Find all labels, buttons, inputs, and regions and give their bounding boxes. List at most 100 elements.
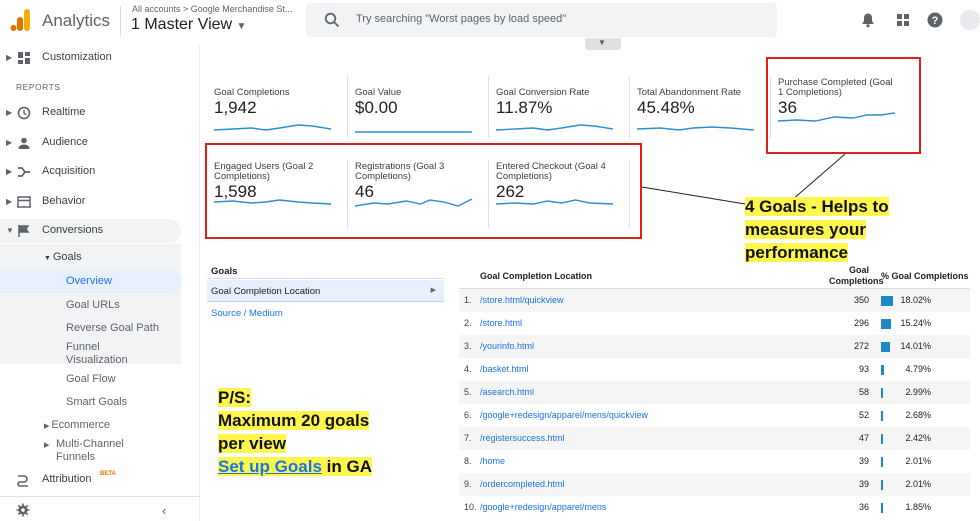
row-path-link[interactable]: /asearch.html — [480, 387, 534, 397]
row-path-link[interactable]: /store.html — [480, 318, 522, 328]
row-path-link[interactable]: /basket.html — [480, 364, 529, 374]
sidebar-item-goals[interactable]: ▼ Goals — [44, 251, 82, 263]
view-selector[interactable]: 1 Master View ▼ — [131, 16, 246, 34]
sidebar-item-multi-channel[interactable]: Multi-Channel Funnels — [56, 438, 146, 464]
col-completions[interactable]: Goal Completions — [829, 265, 884, 287]
pct-bar — [881, 434, 883, 444]
row-path-link[interactable]: /home — [480, 456, 505, 466]
table-row[interactable]: 5. /asearch.html 58 2.99% — [459, 381, 970, 404]
sidebar-item-label: Ecommerce — [51, 419, 111, 431]
table-row[interactable]: 4. /basket.html 93 4.79% — [459, 358, 970, 381]
search-bar[interactable]: Try searching "Worst pages by load speed… — [306, 3, 777, 37]
clock-icon — [17, 106, 31, 120]
table-row[interactable]: 9. /ordercompleted.html 39 2.01% — [459, 473, 970, 496]
source-medium-link[interactable]: Source / Medium — [211, 308, 283, 319]
row-pct: 2.01% — [905, 456, 931, 466]
row-path-link[interactable]: /store.html/quickview — [480, 295, 564, 305]
pct-bar — [881, 457, 883, 467]
metric-card-4[interactable]: Total Abandonment Rate 45.48% — [637, 88, 764, 150]
sidebar-item-funnel-visualization[interactable]: Funnel Visualization — [66, 341, 146, 367]
table-row[interactable]: 6. /google+redesign/apparel/mens/quickvie… — [459, 404, 970, 427]
caret-right-icon: ▶ — [6, 53, 13, 62]
analytics-logo[interactable] — [10, 8, 32, 32]
sidebar-item-conversions[interactable]: ▼ Conversions — [0, 219, 181, 243]
header-divider — [120, 6, 121, 36]
help-icon[interactable]: ? — [927, 12, 943, 28]
row-number: 5. — [464, 387, 472, 397]
metric-title: Total Abandonment Rate — [637, 87, 742, 98]
table-row[interactable]: 8. /home 39 2.01% — [459, 450, 970, 473]
app-title: Analytics — [42, 11, 111, 30]
sidebar-item-label: Customization — [42, 51, 112, 63]
caret-right-icon: ▶ — [6, 138, 13, 147]
ps-line: Maximum 20 goals — [218, 411, 370, 430]
table-row[interactable]: 2. /store.html 296 15.24% — [459, 312, 970, 335]
pct-bar — [881, 388, 883, 398]
metric-title: Goal Value — [355, 87, 402, 98]
metric-value: 1,942 — [214, 98, 257, 117]
bell-icon[interactable] — [860, 12, 876, 28]
breadcrumb[interactable]: All accounts > Google Merchandise St... — [132, 4, 292, 14]
ps-line: P/S: — [218, 388, 252, 407]
row-path-link[interactable]: /google+redesign/apparel/mens/quickview — [480, 410, 648, 420]
row-path-link[interactable]: /yourinfo.html — [480, 341, 534, 351]
table-row[interactable]: 10./google+redesign/apparel/mens 36 1.85% — [459, 496, 970, 519]
row-path-link[interactable]: /registersuccess.html — [480, 433, 565, 443]
sidebar-item-overview[interactable]: Overview — [66, 275, 112, 287]
metric-card-2[interactable]: Goal Value $0.00 — [355, 88, 482, 150]
sidebar-item-behavior[interactable]: ▶ Behavior — [0, 190, 200, 214]
card-divider — [488, 76, 489, 138]
caret-down-icon: ▼ — [236, 21, 247, 32]
apps-grid-icon[interactable] — [895, 12, 911, 28]
beta-badge: BETA — [100, 471, 116, 477]
sidebar-item-goal-urls[interactable]: Goal URLs — [66, 299, 120, 311]
col-location[interactable]: Goal Completion Location — [480, 271, 592, 281]
collapse-tab[interactable]: ▼ — [585, 38, 621, 50]
sidebar-item-label: Goals — [52, 251, 82, 263]
panel-divider — [207, 278, 444, 279]
row-completions: 52 — [858, 410, 869, 420]
table-row[interactable]: 7. /registersuccess.html 47 2.42% — [459, 427, 970, 450]
set-up-goals-link[interactable]: Set up Goals — [218, 457, 322, 476]
row-number: 8. — [464, 456, 472, 466]
sidebar-item-ecommerce[interactable]: ▶ Ecommerce — [44, 419, 110, 431]
row-completions: 39 — [858, 479, 869, 489]
behavior-icon — [17, 196, 31, 208]
row-completions: 272 — [853, 341, 869, 351]
row-pct: 4.79% — [905, 364, 931, 374]
card-divider — [629, 76, 630, 138]
row-completions: 296 — [853, 318, 869, 328]
row-number: 10. — [464, 502, 477, 512]
sidebar-item-goal-flow[interactable]: Goal Flow — [66, 373, 116, 385]
sidebar-item-attribution[interactable]: Attribution BETA — [0, 468, 200, 492]
row-completions: 350 — [853, 295, 869, 305]
account-avatar[interactable] — [960, 10, 980, 30]
sidebar-item-audience[interactable]: ▶ Audience — [0, 131, 200, 155]
sidebar-item-realtime[interactable]: ▶ Realtime — [0, 101, 200, 125]
search-placeholder: Try searching "Worst pages by load speed… — [356, 13, 567, 25]
ps-note: P/S: Maximum 20 goals per view Set up Go… — [218, 386, 372, 478]
goal-completion-location-item[interactable]: Goal Completion Location ▶ — [207, 280, 444, 302]
sidebar-item-smart-goals[interactable]: Smart Goals — [66, 396, 127, 408]
col-pct[interactable]: % Goal Completions — [881, 271, 969, 281]
pct-bar — [881, 411, 883, 421]
metric-card-3[interactable]: Goal Conversion Rate 11.87% — [496, 88, 623, 150]
table-row[interactable]: 1. /store.html/quickview 350 18.02% — [459, 289, 970, 312]
pct-bar — [881, 296, 893, 306]
sidebar-item-acquisition[interactable]: ▶ Acquisition — [0, 160, 200, 184]
sidebar-item-label: Behavior — [42, 195, 86, 207]
caret-right-icon: ▶ — [430, 287, 436, 294]
sidebar-item-customization[interactable]: ▶ Customization — [0, 46, 200, 70]
gear-icon[interactable] — [16, 503, 30, 517]
row-path-link[interactable]: /ordercompleted.html — [480, 479, 565, 489]
row-completions: 93 — [858, 364, 869, 374]
row-path-link[interactable]: /google+redesign/apparel/mens — [480, 502, 606, 512]
row-pct: 18.02% — [900, 295, 931, 305]
metric-card-1[interactable]: Goal Completions 1,942 — [214, 88, 341, 150]
sidebar-item-reverse-goal-path[interactable]: Reverse Goal Path — [66, 322, 159, 334]
row-pct: 14.01% — [900, 341, 931, 351]
table-row[interactable]: 3. /yourinfo.html 272 14.01% — [459, 335, 970, 358]
goals-panel-heading: Goals — [211, 266, 238, 277]
row-pct: 2.99% — [905, 387, 931, 397]
collapse-sidebar-icon[interactable]: ‹ — [162, 503, 166, 518]
